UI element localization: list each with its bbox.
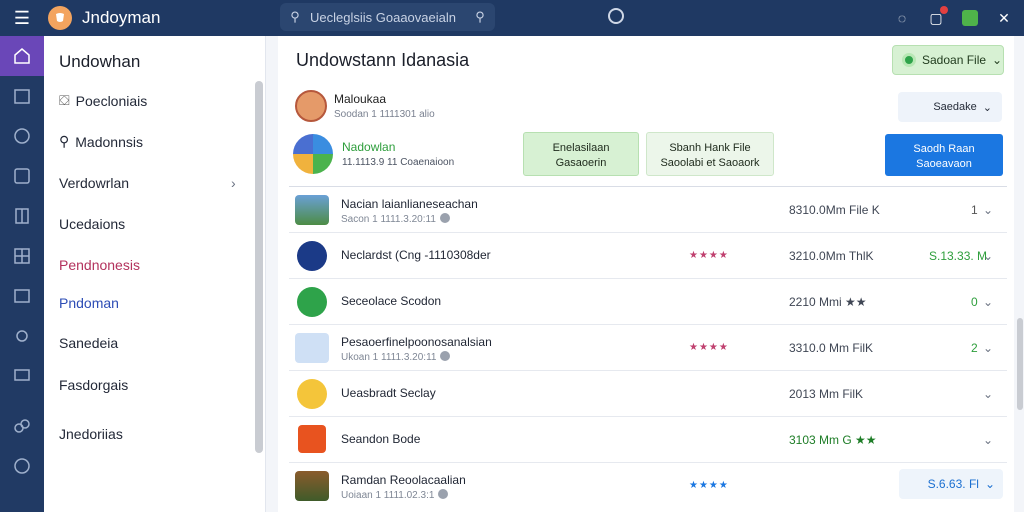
list-item[interactable]: Ueasbradt Seclay 2013 Mm FilK ⌄ bbox=[289, 370, 1007, 415]
profile-name: Maloukaa bbox=[334, 92, 387, 106]
rail-home-icon[interactable] bbox=[0, 36, 44, 76]
title-bar: ☰ Jndoyman ⚲ Uecleglsiis Goaaovaeialn ⚲ … bbox=[0, 0, 1024, 36]
hero-subtitle: 11.1113.9 11 Coaenaioon bbox=[342, 157, 455, 168]
avatar[interactable] bbox=[295, 90, 327, 122]
main-panel: Undowstann Idanasia Sadoan File ⌄ Malouk… bbox=[278, 36, 1014, 512]
rail-link-icon[interactable] bbox=[0, 406, 44, 446]
profile-subtitle: Soodan 1 1111301 alio bbox=[334, 109, 435, 120]
sort-select[interactable]: Saedake ⌄ bbox=[898, 92, 1002, 122]
rail-monitor-icon[interactable] bbox=[0, 356, 44, 396]
green-app-icon bbox=[297, 287, 327, 317]
sidebar-item-3[interactable]: Verdowrlan › bbox=[59, 175, 251, 191]
menu-icon[interactable]: ☰ bbox=[0, 0, 44, 36]
hero-name: Nadowlan bbox=[342, 140, 396, 154]
search-input[interactable]: ⚲ Uecleglsiis Goaaovaeialn ⚲ bbox=[280, 3, 495, 31]
main-scrollbar[interactable] bbox=[1017, 318, 1023, 410]
chevron-down-icon: ⌄ bbox=[982, 101, 992, 114]
info-icon bbox=[440, 351, 451, 361]
chevron-down-icon: ⌄ bbox=[984, 477, 995, 491]
person-icon bbox=[295, 333, 329, 363]
search-go-icon[interactable]: ⚲ bbox=[465, 9, 495, 25]
rail-chart-icon[interactable] bbox=[0, 156, 44, 196]
chevron-down-icon: ⌄ bbox=[992, 53, 1003, 67]
status-dot-icon bbox=[902, 53, 916, 67]
rail-book-icon[interactable] bbox=[0, 196, 44, 236]
top-file-button[interactable]: Sadoan File ⌄ bbox=[892, 45, 1004, 75]
chevron-down-icon[interactable]: ⌄ bbox=[983, 249, 993, 263]
rail-window-icon[interactable] bbox=[0, 276, 44, 316]
info-icon bbox=[439, 213, 450, 223]
help-icon[interactable]: ◌ bbox=[892, 8, 912, 28]
people-icon: ⛋ bbox=[59, 92, 70, 108]
sidebar-title: Undowhan bbox=[59, 52, 141, 71]
sidebar-item-5[interactable]: Pendnonesis bbox=[59, 257, 140, 273]
page-title: Undowstann Idanasia bbox=[296, 50, 470, 70]
landscape-icon bbox=[295, 195, 329, 225]
orange-app-icon bbox=[298, 425, 326, 453]
list-item[interactable]: Ramdan Reoolacaalian Uoiaan 1 1111.02.3:… bbox=[289, 462, 1007, 507]
list-item[interactable]: Pesaoerfinelpoonosanalsian Ukoan 1 1111.… bbox=[289, 324, 1007, 369]
refresh-icon[interactable] bbox=[608, 8, 624, 24]
notifications-icon[interactable]: ▢ bbox=[926, 6, 948, 28]
notification-badge bbox=[940, 6, 948, 14]
rail-compass-icon[interactable] bbox=[0, 446, 44, 486]
price-select[interactable]: S.6.63. Fl ⌄ bbox=[899, 469, 1003, 499]
status-icon[interactable] bbox=[960, 8, 980, 28]
chevron-down-icon[interactable]: ⌄ bbox=[983, 433, 993, 447]
chevron-down-icon[interactable]: ⌄ bbox=[983, 295, 993, 309]
chevron-down-icon[interactable]: ⌄ bbox=[983, 387, 993, 401]
search-text: Uecleglsiis Goaaovaeialn bbox=[310, 9, 456, 25]
chevron-right-icon: › bbox=[231, 175, 236, 191]
close-icon[interactable]: ✕ bbox=[994, 8, 1014, 28]
hero-app-icon bbox=[293, 134, 333, 174]
list-item[interactable]: Neclardst (Cng -1110308der ★★★★ 3210.0Mm… bbox=[289, 232, 1007, 277]
list-item[interactable]: Nacian laianlianeseachan Sacon 1 1111.3.… bbox=[289, 186, 1007, 231]
list-item[interactable]: Seandon Bode 3103 Mm G ★★ ⌄ bbox=[289, 416, 1007, 461]
hero-action-1-button[interactable]: Enelasilaan Gasaoerin bbox=[523, 132, 639, 176]
hero-action-2-button[interactable]: Sbanh Hank File Saoolabi et Saoaork bbox=[646, 132, 774, 176]
list-item[interactable]: Seceolace Scodon 2210 Mmi ★★ 0 ⌄ bbox=[289, 278, 1007, 323]
sidebar-item-9[interactable]: Jnedoriias bbox=[59, 426, 123, 442]
app-name: Jndoyman bbox=[82, 8, 161, 27]
rail-settings-icon[interactable] bbox=[0, 316, 44, 356]
rail-calendar-icon[interactable] bbox=[0, 76, 44, 116]
sidebar-item-7[interactable]: Sanedeia bbox=[59, 335, 118, 351]
sidebar-item-8[interactable]: Fasdorgais bbox=[59, 377, 128, 393]
connection-icon bbox=[297, 241, 327, 271]
search-icon: ⚲ bbox=[290, 9, 300, 24]
hero-primary-button[interactable]: Saodh Raan Saoeavaon bbox=[885, 134, 1003, 176]
app-logo bbox=[48, 6, 72, 30]
sidebar-item-2[interactable]: ⚲ Madonnsis bbox=[59, 133, 143, 150]
search-icon: ⚲ bbox=[59, 133, 70, 149]
sidebar-item-1[interactable]: ⛋ Poecloniais bbox=[59, 92, 147, 109]
photo-icon bbox=[295, 471, 329, 501]
chevron-down-icon[interactable]: ⌄ bbox=[983, 341, 993, 355]
sidebar-scrollbar[interactable] bbox=[255, 81, 263, 453]
rail-grid-icon[interactable] bbox=[0, 236, 44, 276]
nav-rail bbox=[0, 36, 44, 512]
sidebar-item-4[interactable]: Ucedaions bbox=[59, 216, 125, 232]
info-icon bbox=[438, 489, 449, 499]
sidebar: Undowhan ⛋ Poecloniais ⚲ Madonnsis Verdowr… bbox=[44, 36, 266, 512]
yellow-app-icon bbox=[297, 379, 327, 409]
chevron-down-icon[interactable]: ⌄ bbox=[983, 203, 993, 217]
sidebar-item-6[interactable]: Pndoman bbox=[59, 295, 119, 311]
rail-clock-icon[interactable] bbox=[0, 116, 44, 156]
